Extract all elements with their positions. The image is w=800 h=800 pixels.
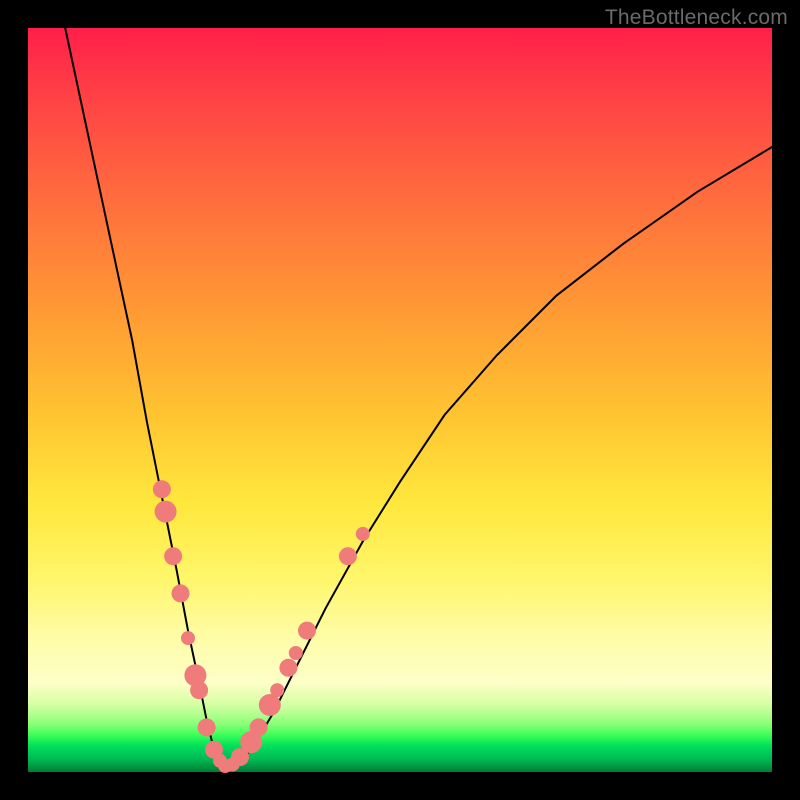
data-point-p20 (298, 622, 316, 640)
data-point-p4 (172, 584, 190, 602)
data-point-p22 (356, 527, 370, 541)
data-point-p17 (270, 683, 284, 697)
bottleneck-curve (65, 28, 772, 768)
data-point-p21 (339, 547, 357, 565)
chart-svg (28, 28, 772, 772)
data-point-p19 (289, 646, 303, 660)
data-point-p18 (279, 659, 297, 677)
data-point-p3 (164, 547, 182, 565)
data-point-p8 (198, 718, 216, 736)
data-points (153, 480, 370, 773)
watermark-text: TheBottleneck.com (605, 6, 788, 30)
data-point-p5 (181, 631, 195, 645)
plot-area (28, 28, 772, 772)
data-point-p2 (155, 501, 177, 523)
data-point-p7 (190, 681, 208, 699)
data-point-p16 (259, 694, 281, 716)
data-point-p15 (250, 718, 268, 736)
chart-frame: TheBottleneck.com (0, 0, 800, 800)
data-point-p1 (153, 480, 171, 498)
